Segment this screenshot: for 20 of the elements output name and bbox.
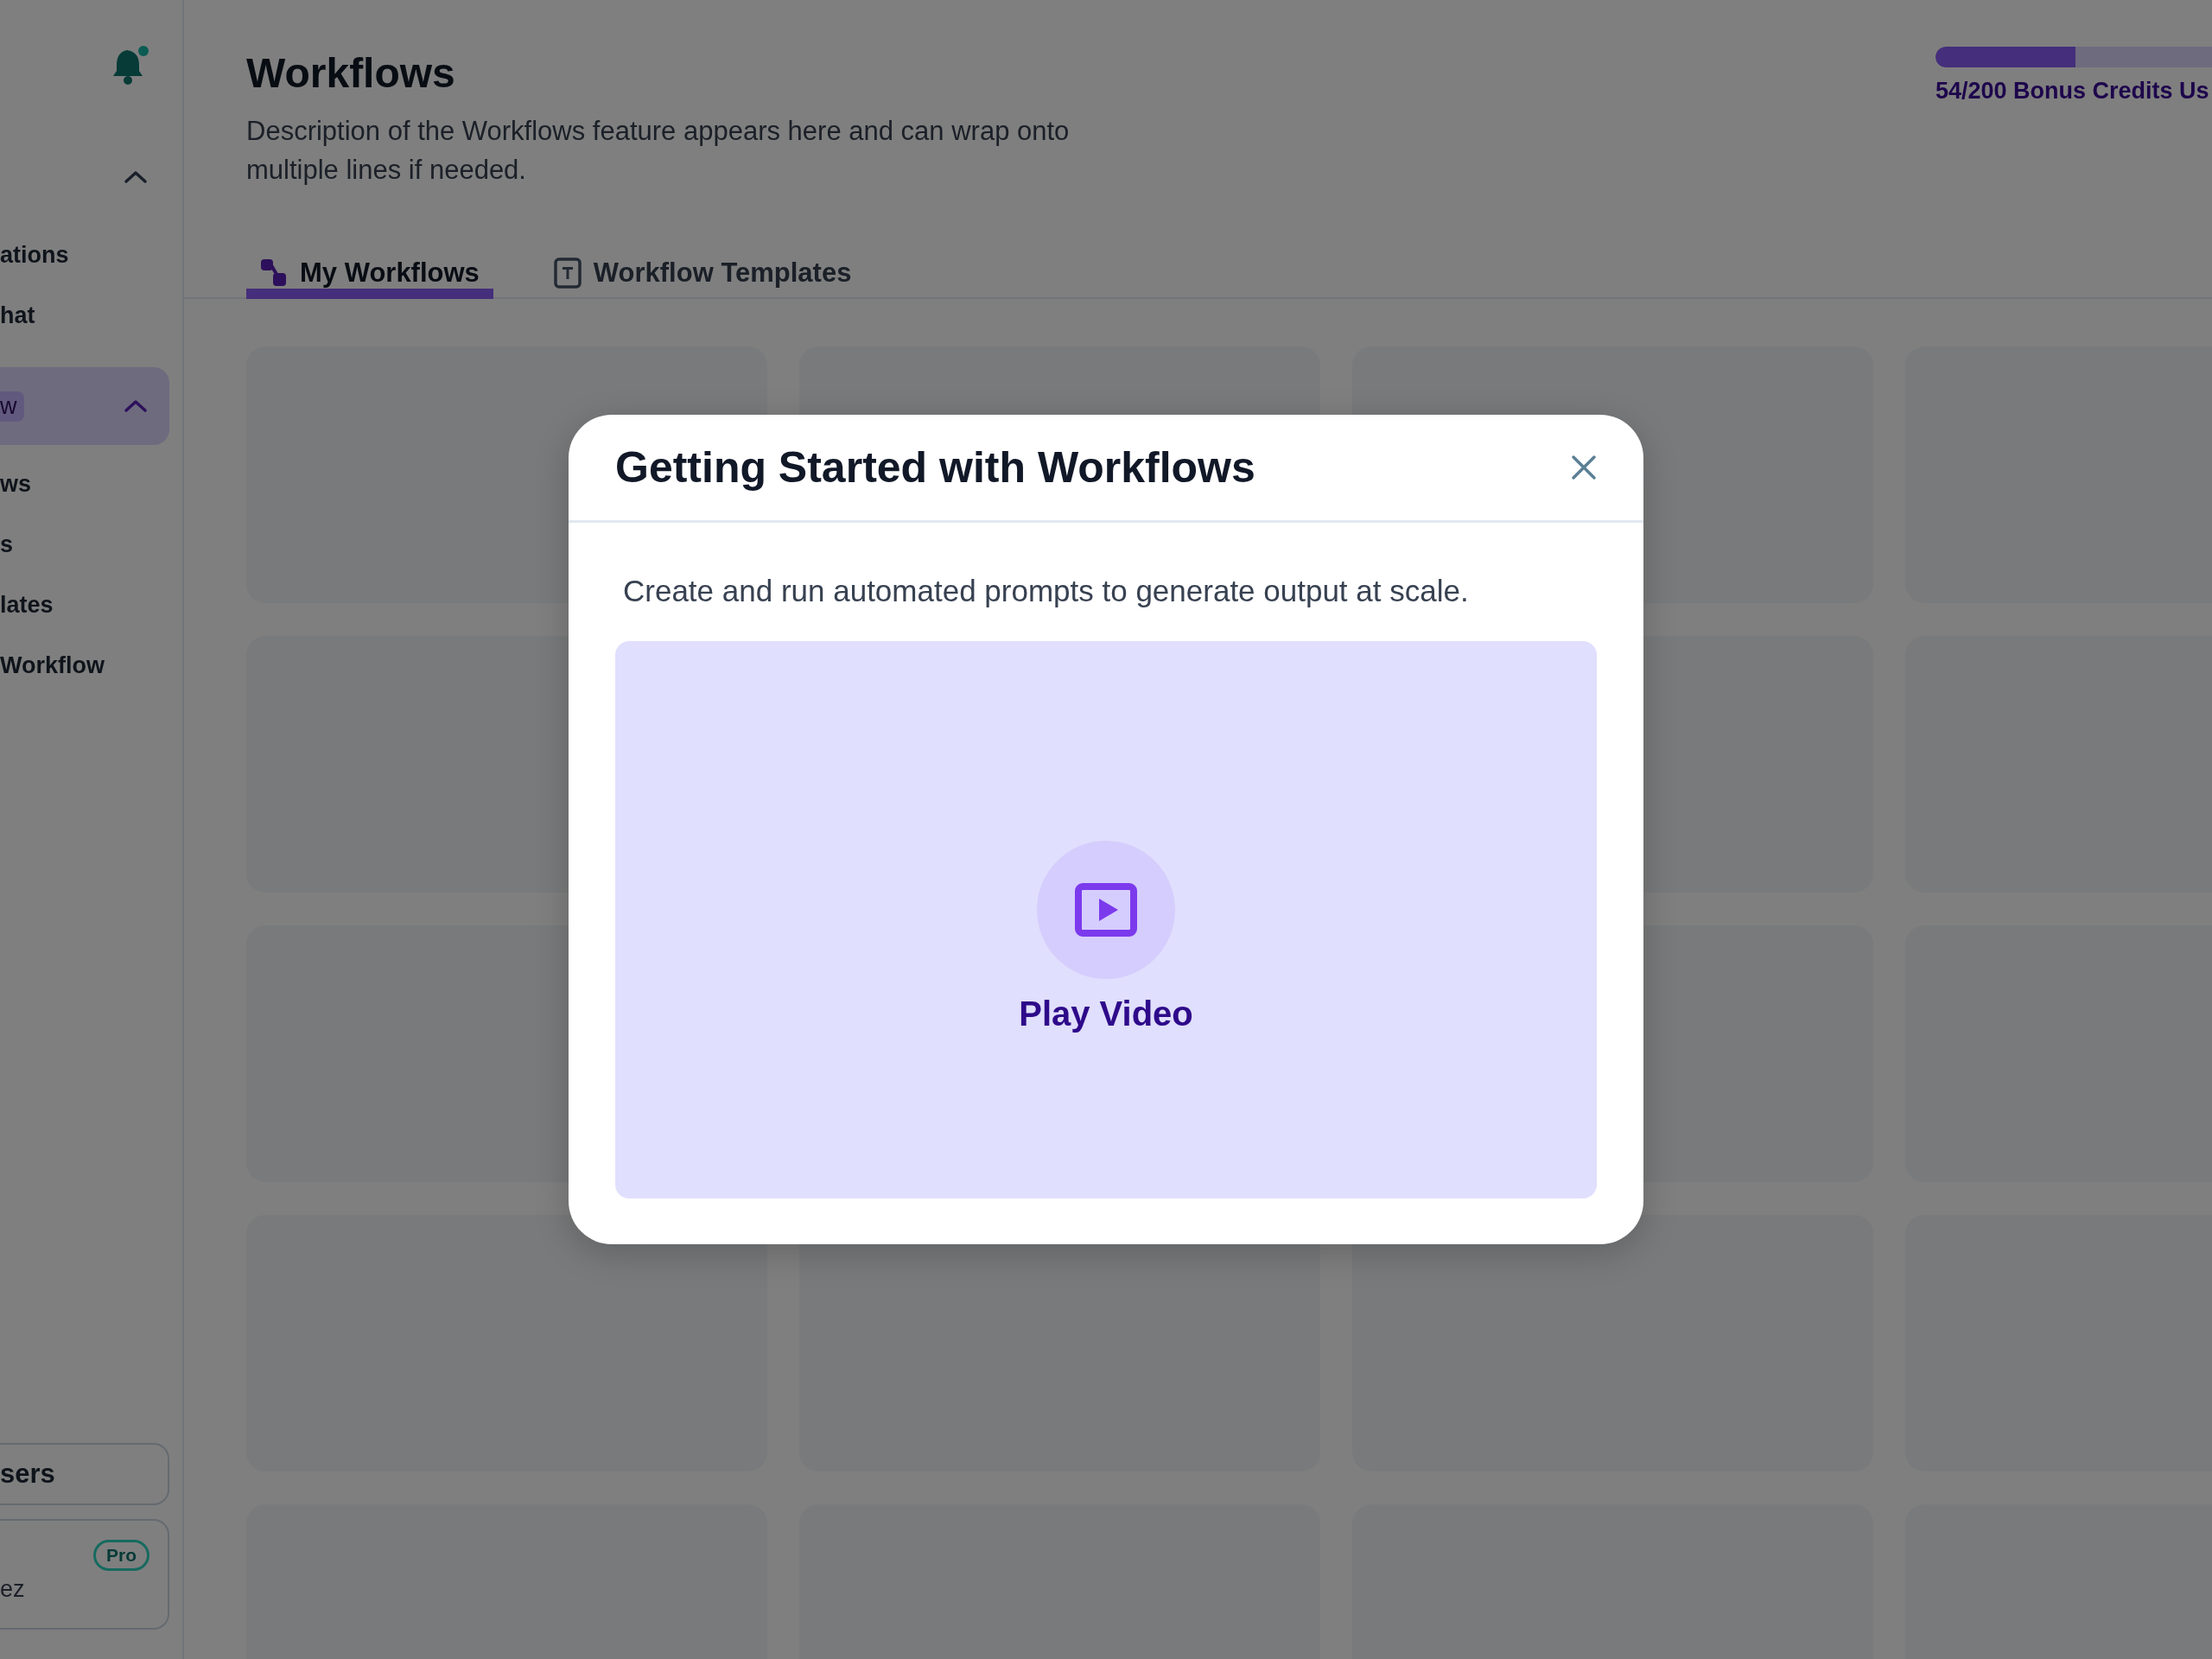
sidebar-item[interactable]: Workflow: [0, 652, 105, 679]
new-badge: w: [0, 391, 24, 422]
plan-badge: Pro: [93, 1540, 149, 1571]
sidebar-item[interactable]: s: [0, 531, 14, 558]
modal-title: Getting Started with Workflows: [615, 442, 1255, 493]
page-description: Description of the Workflows feature appears here and can wrap onto multiple lines if needed.: [246, 115, 1071, 187]
credits-label: 54/200 Bonus Credits Us: [1936, 78, 2210, 105]
video-placeholder[interactable]: Play Video: [615, 641, 1597, 1198]
sidebar-button[interactable]: sers: [0, 1443, 169, 1505]
tab[interactable]: Workflow Templates: [539, 257, 866, 299]
sidebar-item[interactable]: hat: [0, 302, 35, 329]
account-card[interactable]: Pro ez: [0, 1519, 169, 1630]
page-title: Workflows: [246, 49, 456, 98]
sidebar-group[interactable]: w: [0, 367, 169, 445]
sidebar-item[interactable]: lates: [0, 591, 54, 619]
sidebar-item[interactable]: ations: [0, 241, 69, 269]
sidebar-item[interactable]: ws: [0, 470, 32, 498]
modal-description: Create and run automated prompts to generate output at scale.: [623, 573, 1470, 609]
tab[interactable]: My Workflows: [246, 257, 493, 299]
account-name: ez: [0, 1576, 25, 1603]
